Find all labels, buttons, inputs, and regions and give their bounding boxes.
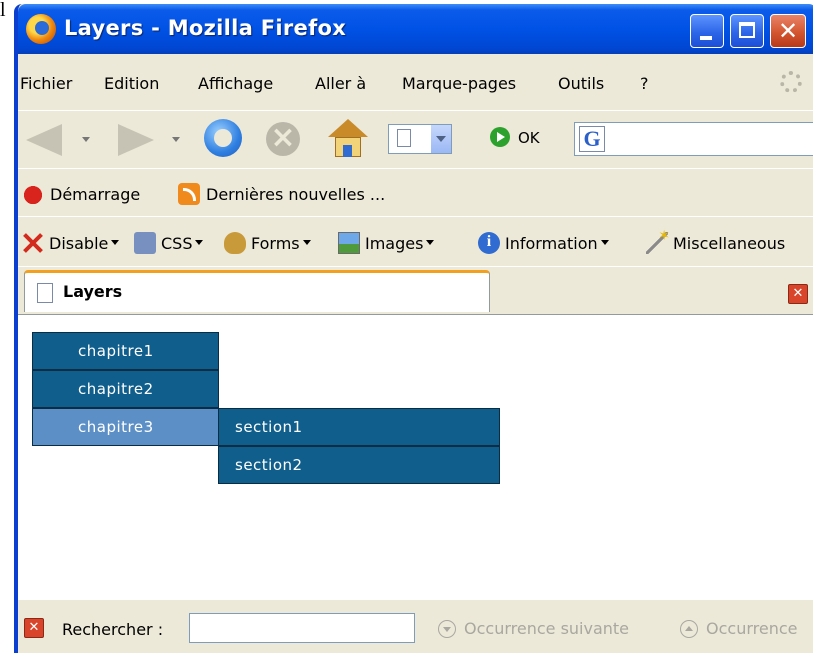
rss-icon bbox=[178, 183, 200, 205]
submenu-item-section1[interactable]: section1 bbox=[218, 408, 500, 446]
submenu-item-section2[interactable]: section2 bbox=[218, 446, 500, 484]
submenu-item-label: section1 bbox=[235, 418, 303, 436]
bookmark-label: Dernières nouvelles ... bbox=[206, 184, 386, 204]
google-search-icon[interactable]: G bbox=[579, 126, 605, 152]
devtool-label: Forms bbox=[251, 233, 300, 253]
devtool-disable[interactable]: Disable bbox=[22, 232, 120, 254]
menu-bar: Fichier Edition Affichage Aller à Marque… bbox=[18, 54, 813, 110]
tab-layers[interactable]: Layers bbox=[24, 270, 490, 312]
redhat-icon bbox=[22, 183, 44, 205]
go-button-label[interactable]: OK bbox=[518, 129, 540, 147]
magic-wand-icon bbox=[646, 228, 670, 254]
close-icon: ✕ bbox=[777, 17, 799, 45]
find-input[interactable] bbox=[189, 613, 415, 643]
menu-item-label: chapitre2 bbox=[78, 380, 154, 398]
menu-help[interactable]: ? bbox=[640, 74, 649, 93]
devtool-information[interactable]: Information bbox=[478, 232, 609, 254]
url-dropdown-button[interactable] bbox=[431, 125, 451, 153]
page-icon bbox=[37, 283, 53, 303]
find-bar: Rechercher : Occurrence suivante Occurre… bbox=[18, 599, 813, 653]
devtool-label: Information bbox=[505, 233, 598, 253]
chevron-down-icon bbox=[600, 239, 609, 245]
close-find-bar-icon[interactable] bbox=[24, 618, 44, 638]
browser-window: Layers - Mozilla Firefox ✕ Fichier Editi… bbox=[14, 4, 813, 653]
bookmark-dernieres-nouvelles[interactable]: Dernières nouvelles ... bbox=[178, 183, 385, 205]
window-title: Layers - Mozilla Firefox bbox=[64, 16, 347, 40]
chevron-down-icon bbox=[195, 239, 204, 245]
menu-item-chapitre2[interactable]: chapitre2 bbox=[32, 370, 219, 408]
devtool-label: Images bbox=[365, 233, 424, 253]
bookmarks-toolbar: Démarrage Dernières nouvelles ... bbox=[18, 168, 813, 217]
menu-outils[interactable]: Outils bbox=[558, 74, 604, 93]
page-icon bbox=[397, 129, 411, 147]
arrow-up-icon bbox=[680, 619, 698, 638]
disable-icon bbox=[22, 232, 44, 254]
forward-arrow-icon[interactable] bbox=[118, 124, 154, 156]
devtool-images[interactable]: Images bbox=[338, 232, 435, 254]
stop-icon[interactable] bbox=[266, 120, 300, 156]
devtool-label: Miscellaneous bbox=[673, 233, 786, 253]
tab-label: Layers bbox=[63, 282, 123, 301]
images-icon bbox=[338, 232, 360, 254]
throbber-icon bbox=[780, 71, 802, 93]
close-tab-icon[interactable] bbox=[788, 284, 808, 304]
arrow-down-icon bbox=[438, 619, 456, 638]
back-history-dropdown-icon[interactable] bbox=[82, 137, 90, 142]
find-previous-label: Occurrence bbox=[706, 619, 798, 638]
submenu-item-label: section2 bbox=[235, 456, 303, 474]
information-icon bbox=[478, 232, 500, 254]
page-content: chapitre1 chapitre2 chapitre3 section1 s… bbox=[18, 314, 813, 600]
navigation-toolbar: OK G bbox=[18, 110, 813, 169]
chevron-down-icon bbox=[302, 239, 311, 245]
find-label: Rechercher : bbox=[62, 620, 164, 639]
find-previous-button[interactable]: Occurrence bbox=[680, 619, 797, 638]
menu-aller-a[interactable]: Aller à bbox=[315, 74, 366, 93]
devtool-forms[interactable]: Forms bbox=[224, 232, 311, 254]
bookmark-demarrage[interactable]: Démarrage bbox=[22, 183, 140, 205]
home-icon[interactable] bbox=[328, 119, 368, 157]
menu-fichier[interactable]: Fichier bbox=[20, 74, 72, 93]
menu-item-chapitre1[interactable]: chapitre1 bbox=[32, 332, 219, 370]
forward-history-dropdown-icon[interactable] bbox=[172, 137, 180, 142]
go-icon[interactable] bbox=[490, 127, 510, 147]
search-engine-box[interactable]: G bbox=[574, 122, 813, 156]
find-next-button[interactable]: Occurrence suivante bbox=[438, 619, 629, 638]
find-next-label: Occurrence suivante bbox=[464, 619, 630, 638]
menu-affichage[interactable]: Affichage bbox=[198, 74, 273, 93]
chevron-down-icon bbox=[426, 239, 435, 245]
devtool-miscellaneous[interactable]: Miscellaneous bbox=[646, 228, 786, 254]
forms-icon bbox=[224, 232, 246, 254]
close-window-button[interactable]: ✕ bbox=[770, 14, 806, 48]
stray-text-fragment: l bbox=[0, 0, 6, 21]
web-developer-toolbar: Disable CSS Forms Images Information Mis… bbox=[18, 216, 813, 267]
devtool-css[interactable]: CSS bbox=[134, 232, 204, 254]
firefox-logo-icon[interactable] bbox=[26, 14, 56, 44]
menu-marque-pages[interactable]: Marque-pages bbox=[402, 74, 516, 93]
menu-edition[interactable]: Edition bbox=[104, 74, 159, 93]
menu-item-chapitre3[interactable]: chapitre3 bbox=[32, 408, 219, 446]
reload-icon[interactable] bbox=[204, 119, 242, 157]
url-bar[interactable] bbox=[388, 124, 452, 154]
menu-item-label: chapitre1 bbox=[78, 342, 154, 360]
devtool-label: Disable bbox=[49, 233, 109, 253]
devtool-label: CSS bbox=[161, 233, 193, 253]
minimize-button[interactable] bbox=[690, 14, 724, 48]
tab-strip: Layers bbox=[18, 266, 813, 315]
chevron-down-icon bbox=[111, 239, 120, 245]
css-icon bbox=[134, 232, 156, 254]
back-arrow-icon[interactable] bbox=[26, 124, 62, 156]
menu-item-label: chapitre3 bbox=[78, 418, 154, 436]
bookmark-label: Démarrage bbox=[50, 184, 141, 204]
maximize-button[interactable] bbox=[730, 14, 764, 48]
title-bar[interactable]: Layers - Mozilla Firefox ✕ bbox=[18, 4, 813, 54]
